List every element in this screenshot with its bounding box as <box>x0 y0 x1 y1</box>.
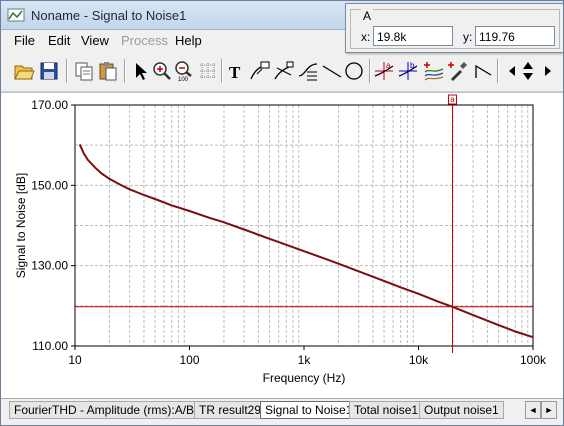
y-label: y: <box>463 30 473 44</box>
y-tick-label: 110.00 <box>32 339 68 353</box>
x-tick-label: 100k <box>520 353 547 367</box>
save-icon[interactable] <box>38 60 60 82</box>
toolbar-separator <box>66 59 68 83</box>
signal-to-noise-curve <box>78 143 534 339</box>
cursor-name: A <box>361 9 374 23</box>
toolbar-separator <box>124 59 126 83</box>
y-tick-label: 170.00 <box>31 98 68 112</box>
app-icon <box>7 8 25 22</box>
cursor-a-icon[interactable]: a <box>373 60 395 82</box>
menu-view[interactable]: View <box>81 33 109 48</box>
menu-process: Process <box>121 33 168 48</box>
y-tick-label: 150.00 <box>31 178 68 192</box>
svg-text:a: a <box>386 61 391 70</box>
menu-edit[interactable]: Edit <box>48 33 70 48</box>
svg-text:b: b <box>410 61 415 70</box>
copy-icon[interactable] <box>73 60 95 82</box>
line-icon[interactable] <box>321 60 343 82</box>
toolbar-separator <box>369 59 371 83</box>
x-tick-label: 100 <box>179 353 199 367</box>
open-icon[interactable] <box>13 60 35 82</box>
select-arrow-icon[interactable] <box>129 60 151 82</box>
y-tick-label: 130.00 <box>31 259 68 273</box>
svg-text:T: T <box>229 63 241 82</box>
menu-help[interactable]: Help <box>175 33 202 48</box>
curve-label-icon[interactable] <box>297 60 319 82</box>
grid-icon[interactable] <box>197 60 219 82</box>
svg-text:100: 100 <box>178 77 189 82</box>
arrow-left-icon[interactable] <box>501 60 515 82</box>
x-tick-label: 10k <box>409 353 429 367</box>
tab-tr-result29[interactable]: TR result29 <box>194 401 267 419</box>
cursor-readout-box: A x: 19.8k y: 119.76 <box>345 3 563 53</box>
window-title: Noname - Signal to Noise1 <box>31 8 187 23</box>
arrow-right-icon[interactable] <box>537 60 551 82</box>
menu-file[interactable]: File <box>14 33 35 48</box>
x-value-field[interactable]: 19.8k <box>373 26 453 46</box>
zoom-out-100-icon[interactable]: 100 <box>173 60 195 83</box>
cursor-marker-label: a <box>450 95 455 104</box>
app-window: Noname - Signal to Noise1 File Edit View… <box>0 0 564 426</box>
tab-output-noise[interactable]: Output noise1 <box>419 401 504 419</box>
add-curves-icon[interactable] <box>423 60 445 82</box>
tab-fourier-thd[interactable]: FourierTHD - Amplitude (rms):A/B32 <box>9 401 213 419</box>
tab-signal-to-noise[interactable]: Signal to Noise1 <box>260 401 358 419</box>
toolbar: 100 T a b <box>1 51 563 92</box>
polyline-icon[interactable] <box>473 60 495 82</box>
x-axis-label: Frequency (Hz) <box>263 371 346 385</box>
eyedropper-icon[interactable] <box>447 60 469 82</box>
sheet-tabs-bar: FourierTHD - Amplitude (rms):A/B32 TR re… <box>1 398 563 425</box>
cursor-b-icon[interactable]: b <box>397 60 419 82</box>
plot-area[interactable]: 10 100 1k 10k 100k 110.00 130.00 150.00 170.00 Fr… <box>1 92 563 398</box>
cursor-group: A x: 19.8k y: 119.76 <box>350 9 560 49</box>
arrow-updown-icon[interactable] <box>517 60 535 82</box>
x-tick-label: 10 <box>68 353 82 367</box>
toolbar-separator <box>497 59 499 83</box>
zoom-in-icon[interactable] <box>151 60 173 82</box>
signal-to-noise-chart[interactable]: 10 100 1k 10k 100k 110.00 130.00 150.00 170.00 Fr… <box>1 93 563 398</box>
x-label: x: <box>361 30 371 44</box>
tab-scroll-left-button[interactable]: ◄ <box>525 401 541 419</box>
y-axis-label: Signal to Noise [dB] <box>14 173 28 278</box>
paste-icon[interactable] <box>97 60 119 82</box>
x-tick-label: 1k <box>298 353 312 367</box>
tab-total-noise[interactable]: Total noise1 <box>349 401 424 419</box>
text-icon[interactable]: T <box>225 60 247 82</box>
ellipse-icon[interactable] <box>343 60 365 82</box>
tab-scroll-right-button[interactable]: ► <box>541 401 557 419</box>
cursor-label-icon[interactable] <box>249 60 271 82</box>
y-value-field[interactable]: 119.76 <box>475 26 555 46</box>
toolbar-separator <box>221 59 223 83</box>
tangent-label-icon[interactable] <box>273 60 295 82</box>
